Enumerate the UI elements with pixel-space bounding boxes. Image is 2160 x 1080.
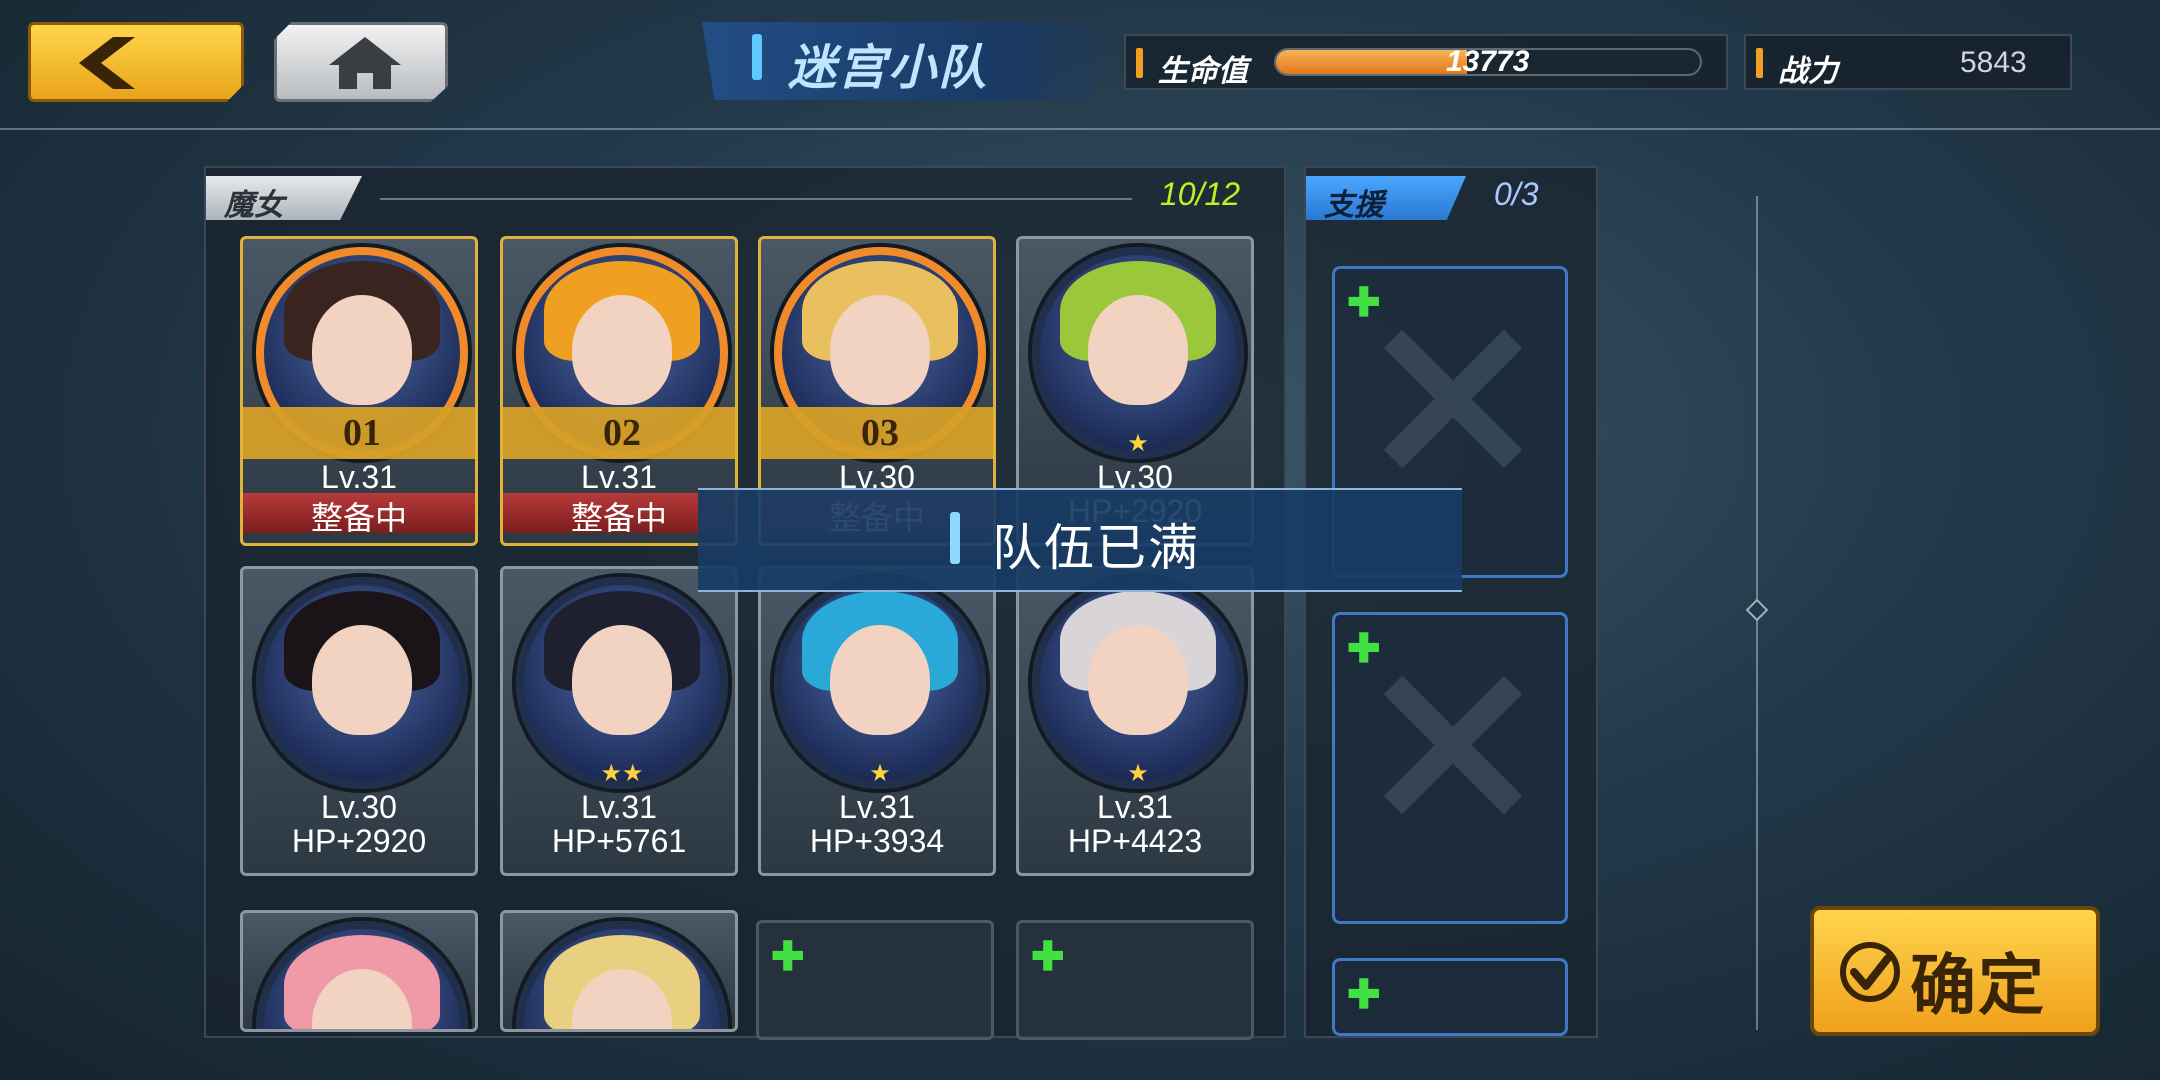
witch-status: HP+4423 [1067, 823, 1203, 859]
plus-icon: ✚ [771, 935, 805, 979]
page-title: 迷宫小队 [788, 42, 989, 95]
star-rating: ★ [1127, 760, 1149, 787]
home-icon [329, 37, 401, 89]
witch-portrait [516, 921, 728, 1029]
hp-stat: 生命值 13773 [1124, 34, 1728, 90]
back-button[interactable] [28, 22, 244, 102]
witch-level: Lv.31 [839, 789, 915, 825]
witch-level: Lv.31 [321, 459, 397, 495]
support-count: 0/3 [1494, 176, 1539, 212]
checkmark-icon [1840, 942, 1900, 1002]
witch-status: HP+2920 [291, 823, 427, 859]
witch-count: 10/12 [1160, 176, 1241, 212]
witch-portrait [256, 577, 468, 789]
plus-icon: ✚ [1347, 627, 1381, 671]
plus-icon: ✚ [1347, 281, 1381, 325]
back-arrow-icon [79, 37, 135, 89]
hp-marker-icon [1136, 48, 1143, 78]
crossed-swords-icon [1383, 675, 1523, 815]
tab-witch[interactable]: 魔女 [206, 176, 362, 220]
team-number-badge: 02 [503, 407, 735, 459]
hp-value: 13773 [1446, 45, 1530, 78]
witch-level: Lv.30 [321, 789, 397, 825]
confirm-button[interactable]: 确定 [1810, 906, 2100, 1036]
toast-text: 队伍已满 [992, 520, 1200, 576]
witch-card[interactable]: Lv.30 HP+2920 [240, 566, 478, 876]
witch-portrait [256, 921, 468, 1029]
witch-portrait [1032, 577, 1244, 789]
portrait-face [572, 295, 672, 405]
plus-icon: ✚ [1031, 935, 1065, 979]
title-marker-icon [752, 34, 762, 80]
witch-level: Lv.31 [1097, 789, 1173, 825]
portrait-face [312, 295, 412, 405]
witch-card[interactable] [500, 910, 738, 1032]
team-number-badge: 03 [761, 407, 993, 459]
power-label: 战力 [1778, 55, 1838, 88]
witch-card[interactable]: ★ Lv.31 HP+4423 [1016, 566, 1254, 876]
witch-panel-rule [380, 198, 1132, 200]
star-rating: ★ [869, 760, 891, 787]
witch-portrait [774, 577, 986, 789]
tab-support[interactable]: 支援 [1306, 176, 1466, 220]
hp-label: 生命值 [1158, 55, 1248, 88]
power-marker-icon [1756, 48, 1763, 78]
home-button[interactable] [274, 22, 448, 102]
star-rating: ★★ [600, 760, 644, 787]
tab-witch-label: 魔女 [224, 189, 284, 222]
confirm-label: 确定 [1910, 950, 2046, 1023]
tab-support-label: 支援 [1324, 189, 1384, 222]
power-value: 5843 [1960, 46, 2027, 79]
empty-witch-slot[interactable]: ✚ [756, 920, 994, 1040]
witch-card[interactable]: 01 Lv.31 整备中 [240, 236, 478, 546]
power-stat: 战力 5843 [1744, 34, 2072, 90]
witch-portrait [1032, 247, 1244, 459]
witch-card[interactable]: ★★ Lv.31 HP+5761 [500, 566, 738, 876]
portrait-face [312, 625, 412, 735]
star-rating: ★ [1127, 430, 1149, 457]
portrait-face [1088, 295, 1188, 405]
witch-level: Lv.31 [581, 789, 657, 825]
portrait-face [1088, 625, 1188, 735]
header-divider [0, 128, 2160, 130]
witch-card[interactable]: ★ Lv.31 HP+3934 [758, 566, 996, 876]
witch-portrait [516, 577, 728, 789]
witch-status: 整备中 [310, 500, 407, 536]
hp-bar-fill [1276, 50, 1467, 74]
empty-witch-slot[interactable]: ✚ [1016, 920, 1254, 1040]
scroll-handle-icon[interactable] [1745, 598, 1769, 622]
team-number-badge: 01 [243, 407, 475, 459]
witch-status: HP+3934 [809, 823, 945, 859]
support-slot[interactable]: ✚ [1332, 958, 1568, 1036]
witch-status: HP+5761 [551, 823, 687, 859]
support-slot[interactable]: ✚ [1332, 612, 1568, 924]
portrait-face [572, 625, 672, 735]
crossed-swords-icon [1383, 329, 1523, 469]
witch-card[interactable] [240, 910, 478, 1032]
plus-icon: ✚ [1347, 973, 1381, 1017]
portrait-face [830, 295, 930, 405]
toast-marker-icon [950, 512, 960, 564]
portrait-face [830, 625, 930, 735]
